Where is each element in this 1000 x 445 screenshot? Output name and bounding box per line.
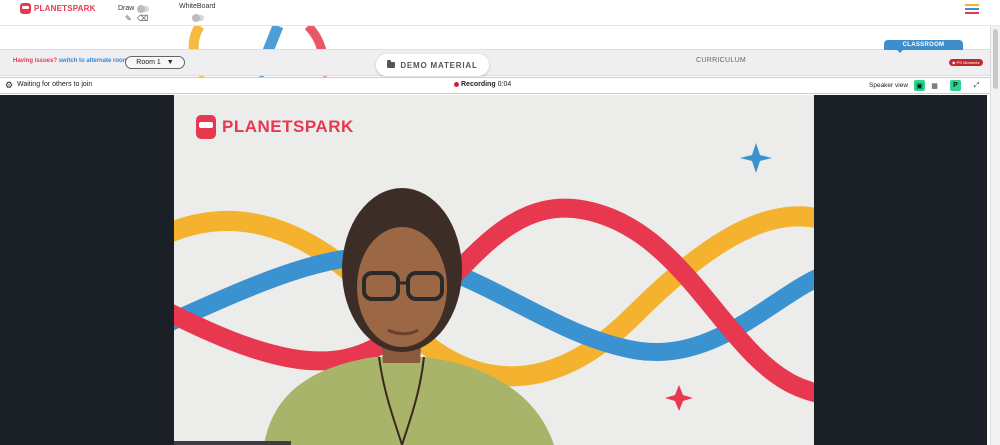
top-header: PLANETSPARK Draw ✎ ⌫ WhiteBoard [0, 0, 1000, 26]
gallery-view-icon[interactable]: ▦ [929, 80, 940, 91]
tab-curriculum[interactable]: CURRICULUM [696, 57, 746, 64]
mascot-icon [196, 115, 216, 139]
recording-indicator: Recording 0:04 [454, 81, 511, 88]
video-logo-text: PLANETSPARK [222, 117, 354, 136]
room-select-value: Room 1 [136, 59, 161, 66]
record-dot-icon [454, 82, 459, 87]
classroom-app: PLANETSPARK Draw ✎ ⌫ WhiteBoard Having i… [0, 0, 1000, 445]
folder-icon [387, 60, 396, 68]
ps-moments-icon: ◉ [952, 60, 956, 65]
logo-text: PLANETSPARK [34, 4, 96, 13]
scrollbar-thumb[interactable] [993, 29, 998, 89]
mascot-icon [20, 3, 31, 14]
connection-issue-notice: Having issues? switch to alternate room [13, 58, 128, 64]
demo-material-label: DEMO MATERIAL [400, 60, 478, 70]
page-scrollbar[interactable] [990, 26, 1000, 445]
eraser-icon[interactable]: ⌫ [137, 15, 148, 23]
whiteboard-label: WhiteBoard [179, 3, 216, 10]
issue-text: Having issues? [13, 58, 58, 64]
switch-room-link[interactable]: switch to alternate room [59, 58, 128, 64]
fullscreen-icon[interactable]: ⤢ [971, 80, 982, 91]
tab-classroom[interactable]: CLASSROOM [884, 40, 963, 53]
participant-video[interactable]: PLANETSPARK [174, 95, 814, 445]
dropdown-arrow-icon: ▼ [166, 59, 174, 66]
gear-icon[interactable]: ⚙ [5, 80, 13, 90]
draw-label: Draw [118, 5, 135, 12]
participant-avatar[interactable]: P [950, 80, 961, 91]
recording-label: Recording [461, 81, 496, 88]
hamburger-menu-icon[interactable] [965, 4, 979, 16]
pencil-icon[interactable]: ✎ [125, 15, 132, 23]
planetspark-logo[interactable]: PLANETSPARK [20, 3, 96, 14]
whiteboard-toggle[interactable] [192, 14, 204, 22]
recording-timer: 0:04 [497, 81, 512, 88]
demo-material-button[interactable]: DEMO MATERIAL [376, 54, 489, 76]
self-view-bar [174, 441, 291, 445]
virtual-background-waves [174, 143, 814, 445]
speaker-view-label: Speaker view [869, 82, 909, 89]
speaker-view-icon[interactable]: ▣ [914, 80, 925, 91]
room-select[interactable]: Room 1 ▼ [125, 56, 185, 69]
draw-toggle[interactable] [137, 5, 149, 13]
waiting-status: Waiting for others to join [17, 81, 93, 88]
ps-moments-badge[interactable]: ◉ PS Moments [949, 59, 983, 66]
video-background-logo: PLANETSPARK [196, 115, 354, 139]
ps-moments-label: PS Moments [956, 60, 980, 65]
